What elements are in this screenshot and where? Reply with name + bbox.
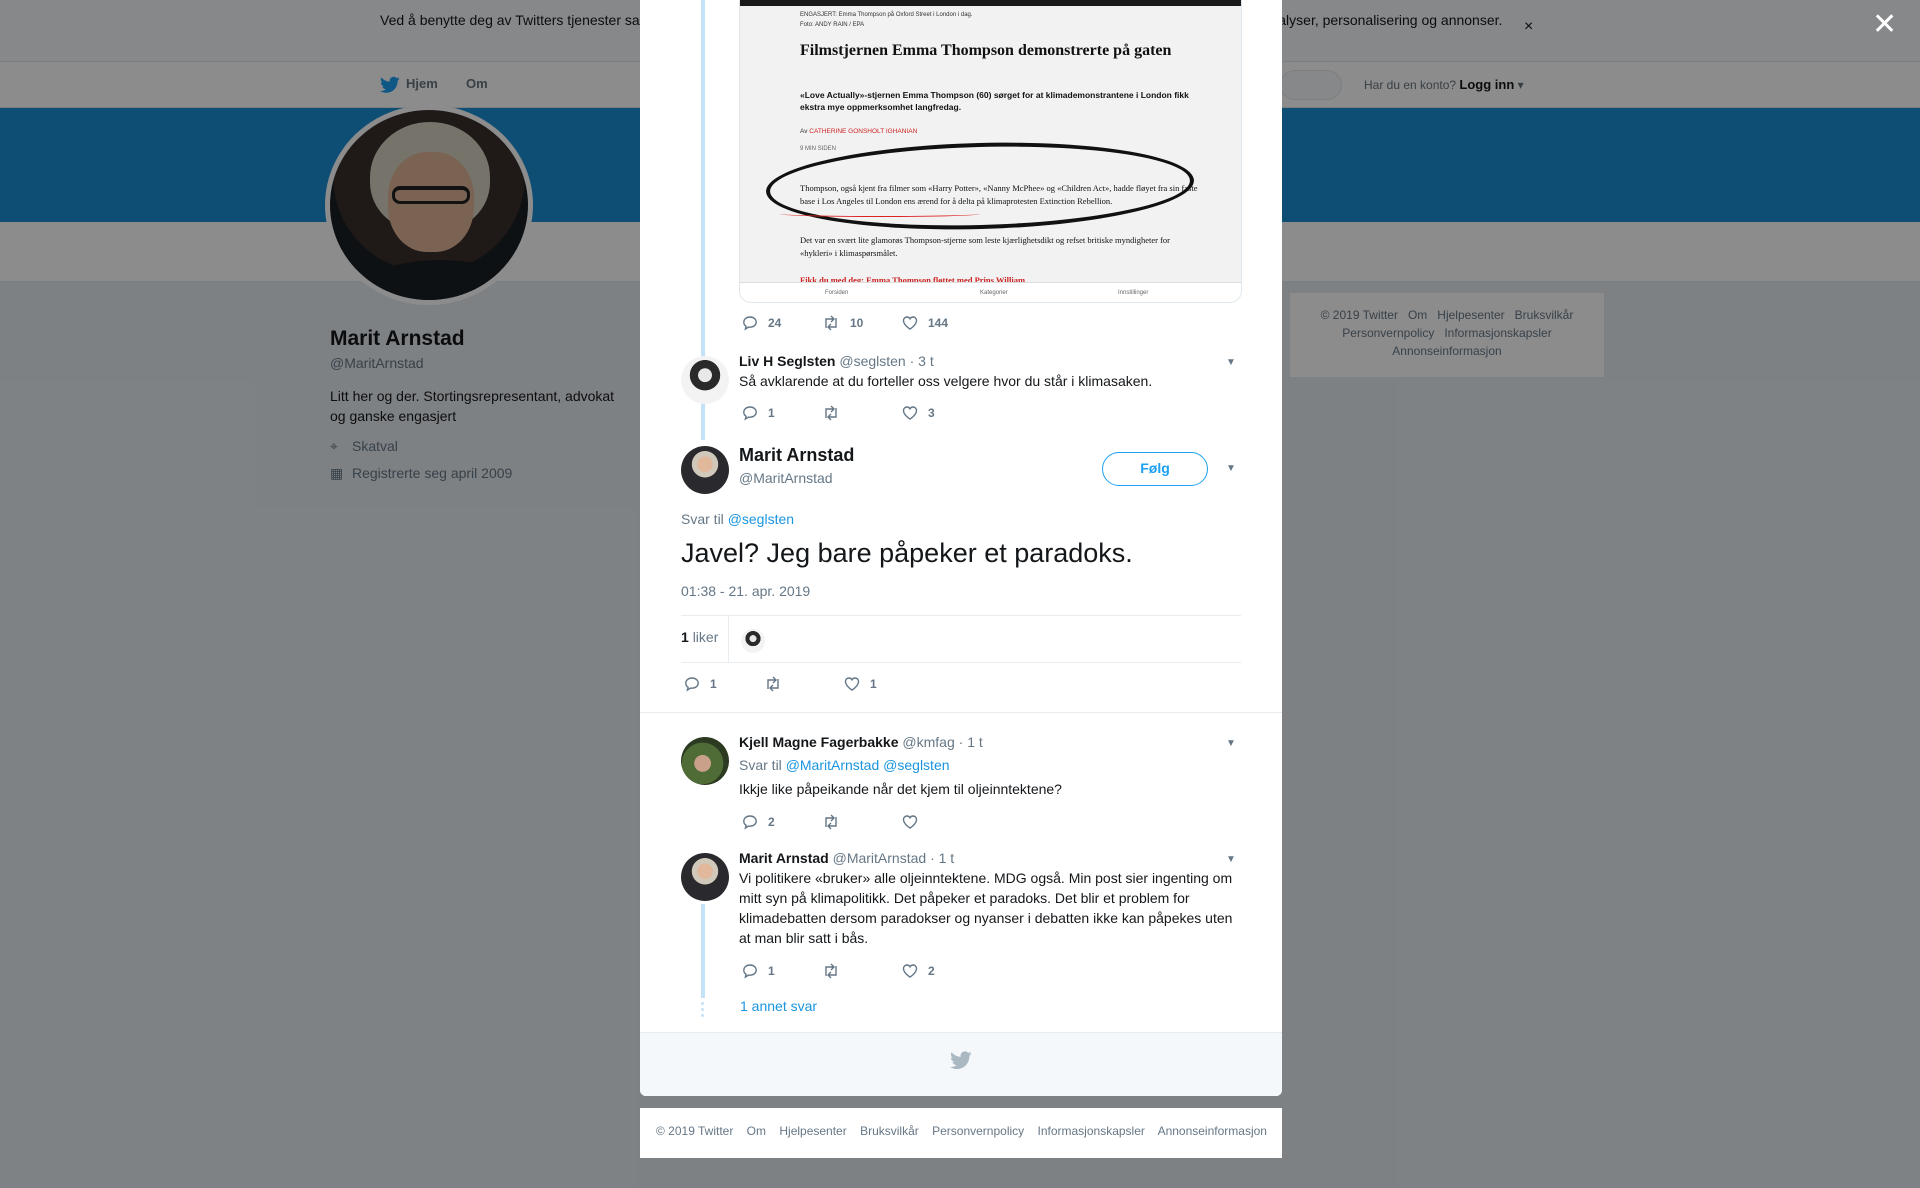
reply-icon: [743, 406, 757, 421]
tweet-header: Liv H Seglsten @seglsten · 3 t: [739, 353, 934, 369]
tweet-time[interactable]: · 1 t: [959, 734, 983, 750]
media-headline: Filmstjernen Emma Thompson demonstrerte …: [800, 42, 1172, 59]
tweet-actions: 1 1: [684, 676, 984, 696]
divider: [681, 615, 1241, 616]
footer-link[interactable]: Informasjonskapsler: [1038, 1124, 1145, 1138]
reply-button[interactable]: 2: [742, 814, 775, 830]
tweet-header: Marit Arnstad @MaritArnstad · 1 t: [739, 850, 954, 866]
mention-link[interactable]: @seglsten: [728, 511, 794, 527]
retweet-icon: [767, 676, 779, 692]
mention-link[interactable]: @seglsten: [883, 757, 949, 773]
tweet-timestamp[interactable]: 01:38 - 21. apr. 2019: [681, 583, 810, 599]
author-handle[interactable]: @MaritArnstad: [739, 470, 833, 486]
tweet-actions: 24 10 144: [742, 315, 1042, 335]
avatar[interactable]: [681, 446, 729, 494]
like-button[interactable]: [902, 814, 928, 830]
footer-link[interactable]: © 2019 Twitter: [656, 1124, 733, 1138]
twitter-bird-icon: [950, 1051, 972, 1075]
tweet-text: Vi politikere «bruker» alle oljeinntekte…: [739, 870, 1233, 946]
retweet-button[interactable]: 10: [822, 315, 863, 331]
retweet-icon: [825, 963, 837, 979]
reply-icon: [743, 815, 757, 830]
reply-button[interactable]: 1: [684, 676, 717, 692]
media-lead: «Love Actually»-stjernen Emma Thompson (…: [800, 90, 1189, 112]
avatar[interactable]: [681, 356, 729, 404]
retweet-button[interactable]: [764, 676, 792, 692]
tweet-time[interactable]: · 1 t: [930, 850, 954, 866]
footer-link[interactable]: Om: [747, 1124, 766, 1138]
modal-footer: [640, 1032, 1282, 1096]
chevron-down-icon[interactable]: ▼: [1226, 738, 1236, 749]
reply-button[interactable]: 1: [742, 405, 775, 421]
retweet-button[interactable]: [822, 405, 850, 421]
tweet-actions: 1 2: [742, 963, 1042, 983]
media-paragraph: Det var en svært lite glamorøs Thompson-…: [800, 235, 1170, 258]
retweet-icon: [825, 315, 837, 331]
tweet-text: Ikkje like påpeikande når det kjem til o…: [739, 781, 1062, 797]
heart-icon: [902, 815, 918, 829]
like-button[interactable]: 2: [902, 963, 935, 979]
reply-button[interactable]: 1: [742, 963, 775, 979]
more-replies-dots: [701, 1002, 705, 1020]
media-tabbar: Forsiden Kategorier Innstillinger: [740, 282, 1241, 302]
heart-icon: [902, 406, 918, 420]
tweet-text: Så avklarende at du forteller oss velger…: [739, 373, 1153, 389]
author-name[interactable]: Kjell Magne Fagerbakke: [739, 734, 899, 750]
reply-to-line: Svar til @MaritArnstad @seglsten: [739, 757, 950, 773]
reply-to-line: Svar til @seglsten: [681, 511, 795, 527]
media-caption: ENGASJERT: Emma Thompson på Oxford Stree…: [800, 12, 973, 18]
tweet-actions: 2: [742, 814, 1042, 834]
footer-link[interactable]: Bruksvilkår: [860, 1124, 919, 1138]
retweet-button[interactable]: [822, 814, 850, 830]
avatar[interactable]: [681, 853, 729, 901]
like-button[interactable]: 1: [844, 676, 877, 692]
tweet-header: Kjell Magne Fagerbakke @kmfag · 1 t: [739, 734, 983, 750]
reply-icon: [743, 964, 757, 979]
chevron-down-icon[interactable]: ▼: [1226, 463, 1236, 474]
modal-page-footer: © 2019 Twitter Om Hjelpesenter Bruksvilk…: [640, 1108, 1282, 1158]
like-button[interactable]: 3: [902, 405, 935, 421]
tweet-image[interactable]: ENGASJERT: Emma Thompson på Oxford Stree…: [739, 0, 1242, 303]
thread-line: [701, 904, 705, 998]
tweet-actions: 1 3: [742, 405, 1042, 425]
author-handle[interactable]: @seglsten: [839, 353, 905, 369]
author-name[interactable]: Marit Arnstad: [739, 850, 829, 866]
author-name[interactable]: Liv H Seglsten: [739, 353, 835, 369]
heart-icon: [902, 964, 918, 978]
media-byline: Av CATHERINE GONSHOLT IGHANIAN: [800, 128, 918, 135]
chevron-down-icon[interactable]: ▼: [1226, 357, 1236, 368]
divider: [681, 662, 1241, 663]
divider: [640, 712, 1282, 713]
media-read-time: 9 MIN SIDEN: [800, 146, 837, 152]
heart-icon: [844, 677, 860, 691]
chevron-down-icon[interactable]: ▼: [1226, 854, 1236, 865]
reply-icon: [685, 677, 699, 692]
tweet-permalink-modal: ENGASJERT: Emma Thompson på Oxford Stree…: [640, 0, 1282, 1096]
liker-avatar[interactable]: [741, 629, 765, 653]
retweet-icon: [825, 405, 837, 421]
author-handle[interactable]: @kmfag: [902, 734, 954, 750]
footer-link[interactable]: Hjelpesenter: [779, 1124, 846, 1138]
tweet-time[interactable]: · 3 t: [910, 353, 934, 369]
more-replies-link[interactable]: 1 annet svar: [740, 998, 817, 1014]
reply-button[interactable]: 24: [742, 315, 781, 331]
avatar[interactable]: [681, 737, 729, 785]
media-photo-credit: Foto: ANDY RAIN / EPA: [800, 22, 865, 28]
reply-icon: [743, 316, 757, 331]
author-name[interactable]: Marit Arnstad: [739, 445, 854, 466]
mention-link[interactable]: @MaritArnstad: [786, 757, 880, 773]
main-tweet-text: Javel? Jeg bare påpeker et paradoks.: [681, 538, 1133, 568]
retweet-button[interactable]: [822, 963, 850, 979]
likes-count[interactable]: 1 liker: [681, 629, 718, 645]
close-icon[interactable]: ✕: [1872, 10, 1897, 40]
follow-button[interactable]: Følg: [1102, 452, 1208, 486]
divider: [728, 616, 729, 662]
footer-link[interactable]: Annonseinformasjon: [1158, 1124, 1267, 1138]
hand-drawn-underline: [780, 211, 980, 217]
author-handle[interactable]: @MaritArnstad: [833, 850, 927, 866]
retweet-icon: [825, 814, 837, 830]
heart-icon: [902, 316, 918, 330]
like-button[interactable]: 144: [902, 315, 948, 331]
footer-link[interactable]: Personvernpolicy: [932, 1124, 1024, 1138]
